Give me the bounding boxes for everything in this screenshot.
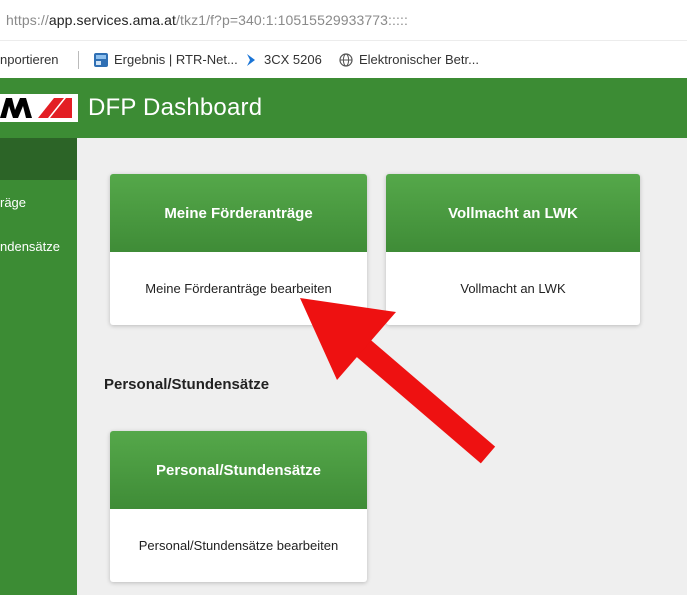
url-text[interactable]: https://app.services.ama.at/tkz1/f?p=340… [6,12,408,28]
bookmark-separator [78,51,79,69]
card-action-link[interactable]: Vollmacht an LWK [386,252,640,325]
3cx-icon [247,53,255,66]
bookmark-import[interactable]: nportieren [0,52,59,67]
sidebar-item-foerderantraege[interactable]: räge [0,195,26,210]
bookmark-label: 3CX 5206 [264,52,322,67]
card-action-link[interactable]: Personal/Stundensätze bearbeiten [110,509,367,582]
sidebar: räge ndensätze [0,138,77,595]
card-vollmacht-an-lwk[interactable]: Vollmacht an LWK Vollmacht an LWK [386,174,640,325]
card-title[interactable]: Meine Förderanträge [110,174,367,252]
globe-icon [339,52,353,67]
bookmark-3cx[interactable]: 3CX 5206 [244,52,322,67]
bookmark-label: Elektronischer Betr... [359,52,479,67]
app-header: DFP Dashboard [0,78,687,138]
app-title: DFP Dashboard [88,94,263,121]
url-prefix: https:// [6,12,49,28]
section-title-personal: Personal/Stundensätze [104,376,270,393]
bookmark-label: Ergebnis | RTR-Net... [114,52,238,67]
ama-logo[interactable] [0,94,78,122]
bookmark-label: nportieren [0,52,59,67]
card-personal-stundensaetze[interactable]: Personal/Stundensätze Personal/Stundensä… [110,431,367,582]
card-title[interactable]: Personal/Stundensätze [110,431,367,509]
url-domain: app.services.ama.at [48,12,177,28]
browser-url-bar[interactable]: https://app.services.ama.at/tkz1/f?p=340… [0,0,687,40]
bookmarks-bar: nportieren Ergebnis | RTR-Net... 3CX 520… [0,40,687,78]
url-path: /tkz1/f?p=340:1:10515529933773::::: [176,12,408,28]
card-action-link[interactable]: Meine Förderanträge bearbeiten [110,252,367,325]
card-title[interactable]: Vollmacht an LWK [386,174,640,252]
sidebar-item-stundensaetze[interactable]: ndensätze [0,239,60,254]
card-meine-foerderantraege[interactable]: Meine Förderanträge Meine Förderanträge … [110,174,367,325]
bookmark-rtr-net[interactable]: Ergebnis | RTR-Net... [94,52,238,67]
rtr-net-icon [94,52,108,67]
bookmark-elektronischer-betr[interactable]: Elektronischer Betr... [339,52,479,67]
sidebar-active-item[interactable] [0,138,77,180]
